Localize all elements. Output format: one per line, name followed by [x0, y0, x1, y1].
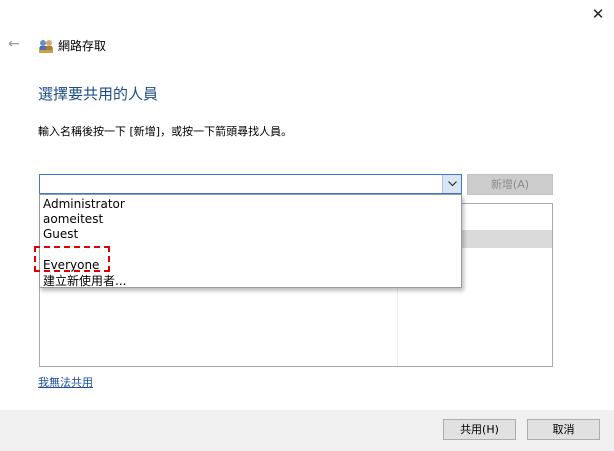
dropdown-item-guest[interactable]: Guest [43, 227, 78, 241]
network-users-icon [38, 38, 54, 54]
dropdown-item-everyone[interactable]: Everyone [43, 258, 99, 272]
close-icon[interactable]: ✕ [586, 4, 610, 24]
cant-share-link[interactable]: 我無法共用 [38, 374, 93, 390]
add-button[interactable]: 新增(A) [467, 174, 553, 195]
user-dropdown-list[interactable]: Administrator aomeitest Guest Everyone 建… [39, 194, 462, 288]
footer-bar [0, 410, 614, 451]
back-arrow-icon[interactable]: ← [8, 36, 20, 52]
dropdown-item-create-new-user[interactable]: 建立新使用者... [43, 272, 126, 289]
dropdown-item-administrator[interactable]: Administrator [43, 197, 125, 211]
cancel-button[interactable]: 取消 [527, 419, 600, 440]
user-name-combobox[interactable] [39, 174, 462, 194]
chevron-down-icon[interactable] [442, 175, 461, 193]
instruction-text: 輸入名稱後按一下 [新增]，或按一下箭頭尋找人員。 [38, 125, 293, 138]
dropdown-item-aomeitest[interactable]: aomeitest [43, 212, 103, 226]
share-button[interactable]: 共用(H) [443, 419, 516, 440]
window-title: 網路存取 [58, 39, 107, 53]
page-heading: 選擇要共用的人員 [38, 85, 159, 103]
